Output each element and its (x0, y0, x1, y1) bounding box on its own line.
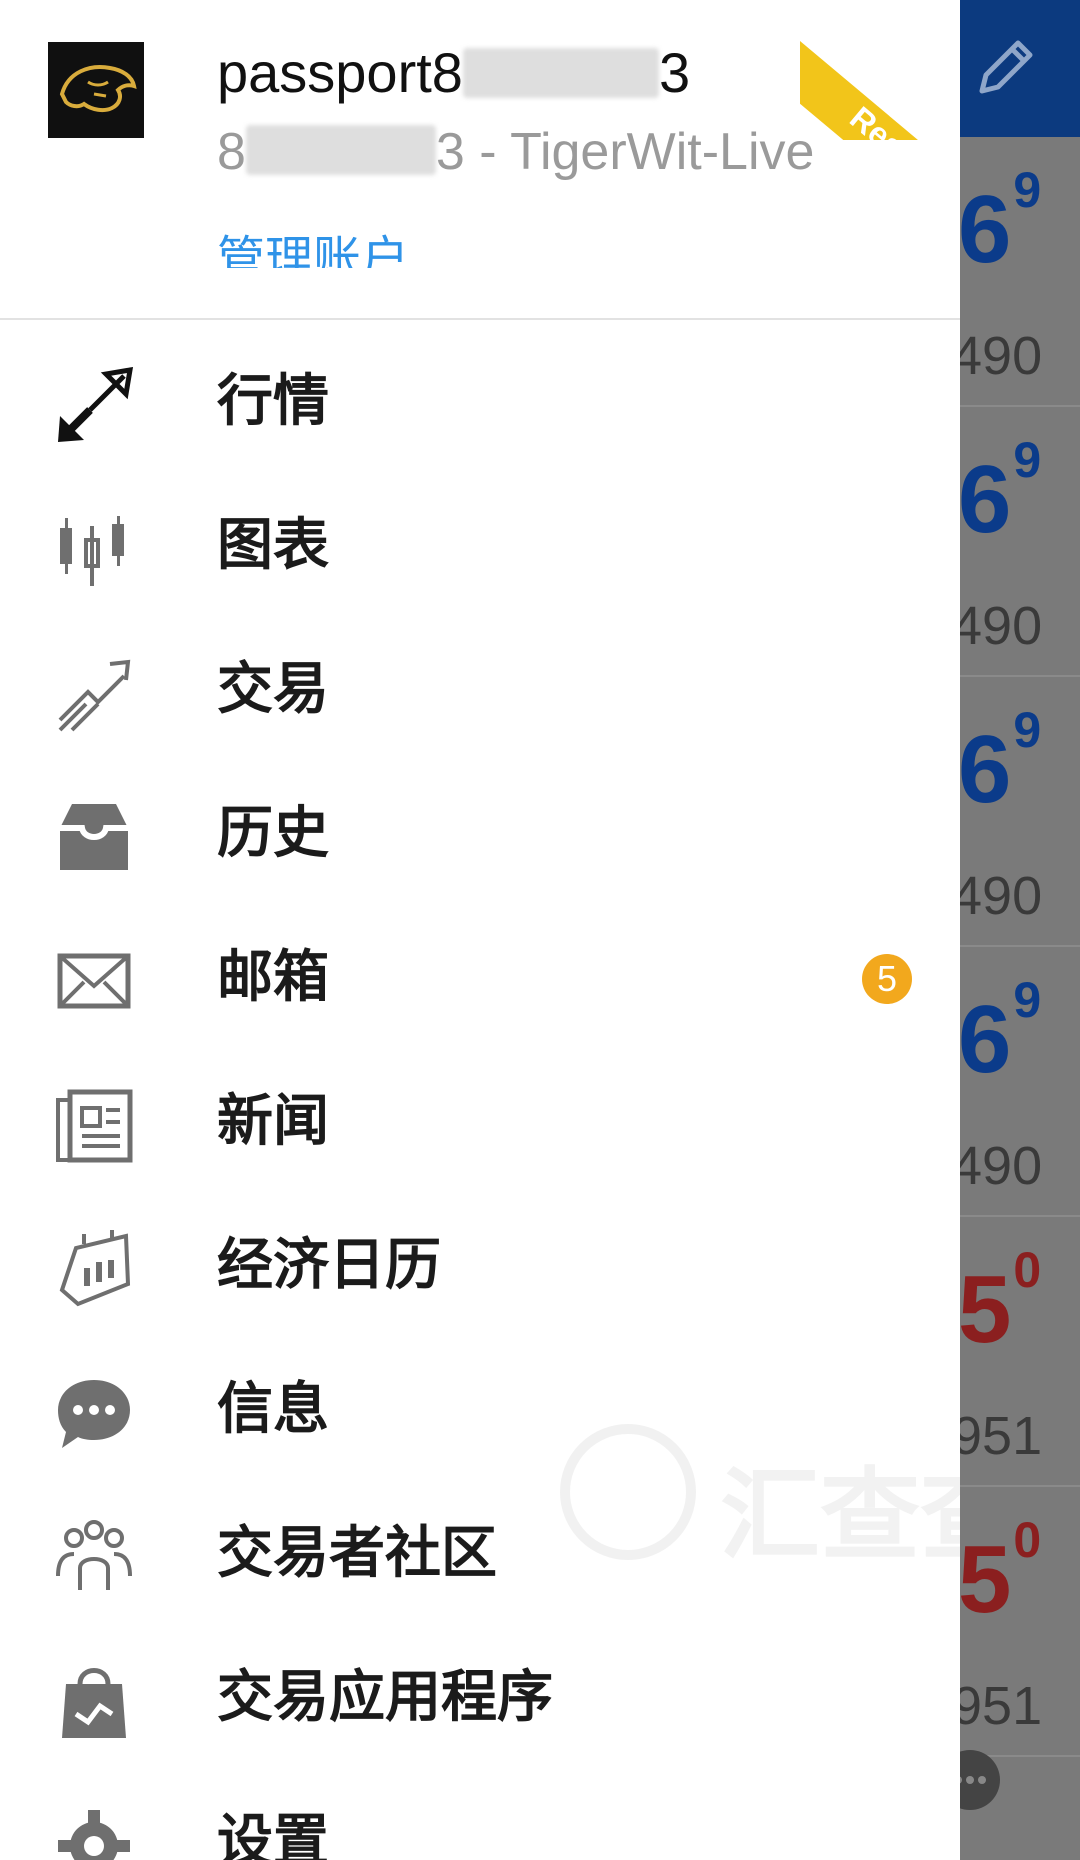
background-price-sub: 490 (952, 326, 1043, 386)
drawer-header: passport8 3 8 3 - TigerWit-Live 管理账户 Real (0, 0, 960, 320)
account-server-line: 8 3 - TigerWit-Live (217, 122, 814, 182)
menu-item-4[interactable]: 历史 (0, 762, 960, 906)
menu-item-label: 交易 (217, 657, 329, 722)
bid-pip-digit: 0 (1013, 1242, 1041, 1298)
economic-calendar-icon (54, 1230, 134, 1310)
background-bid-price: 50 (958, 1512, 1041, 1635)
menu-item-label: 交易者社区 (217, 1521, 497, 1586)
trading-apps-bag-icon (54, 1662, 134, 1742)
background-price-sub: 951 (952, 1676, 1043, 1736)
background-bid-price: 69 (958, 972, 1041, 1095)
menu-item-label: 历史 (217, 801, 329, 866)
bid-pip-digit: 9 (1013, 972, 1041, 1028)
menu-item-label: 新闻 (217, 1089, 329, 1154)
avatar[interactable] (48, 42, 144, 138)
background-price-sub: 490 (952, 1136, 1043, 1196)
username-prefix: passport8 (217, 41, 463, 104)
watermark-magnifier-icon (560, 1424, 696, 1560)
candlestick-chart-icon (54, 510, 134, 590)
account-username: passport8 3 (217, 40, 690, 105)
menu-item-label: 图表 (217, 513, 329, 578)
redacted-block (462, 48, 659, 98)
mail-icon (54, 942, 134, 1022)
watermark-text: 汇查查 (720, 1457, 960, 1574)
redacted-block (245, 125, 436, 175)
menu-item-3[interactable]: 交易 (0, 618, 960, 762)
background-price-sub: 951 (952, 1406, 1043, 1466)
menu-item-1[interactable]: 行情 (0, 330, 960, 474)
menu-item-7[interactable]: 经济日历 (0, 1194, 960, 1338)
background-bid-price: 69 (958, 162, 1041, 285)
bid-pip-digit: 9 (1013, 432, 1041, 488)
bid-main-digits: 6 (958, 986, 1011, 1093)
bid-pip-digit: 9 (1013, 702, 1041, 758)
unread-count-badge: 5 (862, 954, 912, 1004)
background-bid-price: 50 (958, 1242, 1041, 1365)
tiger-logo-icon (48, 42, 144, 138)
background-bid-price: 69 (958, 432, 1041, 555)
username-suffix: 3 (658, 41, 691, 104)
account-prefix: 8 (217, 123, 246, 181)
menu-item-2[interactable]: 图表 (0, 474, 960, 618)
community-icon (54, 1518, 134, 1598)
menu-item-label: 设置 (217, 1809, 329, 1860)
account-server: 3 - TigerWit-Live (435, 123, 815, 181)
navigation-drawer: passport8 3 83 - TigerWit-Live 管理账户 Real … (0, 0, 960, 1860)
bid-pip-digit: 9 (1013, 162, 1041, 218)
bid-main-digits: 5 (958, 1256, 1011, 1363)
menu-item-6[interactable]: 新闻 (0, 1050, 960, 1194)
manage-accounts-link[interactable]: 管理账户 (217, 226, 409, 268)
news-icon (54, 1086, 134, 1166)
background-price-sub: 490 (952, 866, 1043, 926)
menu-item-label: 行情 (217, 369, 329, 434)
real-account-ribbon: Real (800, 0, 960, 140)
bid-main-digits: 6 (958, 446, 1011, 553)
menu-item-label: 邮箱 (217, 945, 329, 1010)
watermark: 汇查查 (560, 1420, 960, 1574)
background-bid-price: 69 (958, 702, 1041, 825)
edit-pencil-icon[interactable] (970, 33, 1040, 103)
bid-main-digits: 6 (958, 176, 1011, 283)
menu-item-label: 经济日历 (217, 1233, 441, 1298)
history-tray-icon (54, 798, 134, 878)
chat-bubble-icon (54, 1374, 134, 1454)
background-price-sub: 490 (952, 596, 1043, 656)
quotes-arrows-icon (54, 366, 134, 446)
bid-main-digits: 5 (958, 1526, 1011, 1633)
bid-main-digits: 6 (958, 716, 1011, 823)
menu-item-label: 信息 (217, 1377, 329, 1442)
bid-pip-digit: 0 (1013, 1512, 1041, 1568)
drawer-menu: 行情图表交易历史邮箱 5 新闻经济日历信息交易者社区交易应用程序设置 (0, 330, 960, 1860)
menu-item-label: 交易应用程序 (217, 1665, 553, 1730)
menu-item-5[interactable]: 邮箱 5 (0, 906, 960, 1050)
menu-item-11[interactable]: 设置 (0, 1770, 960, 1860)
menu-item-10[interactable]: 交易应用程序 (0, 1626, 960, 1770)
settings-gear-icon (54, 1806, 134, 1860)
trade-trend-icon (54, 654, 134, 734)
real-badge-label: Real (843, 99, 919, 140)
